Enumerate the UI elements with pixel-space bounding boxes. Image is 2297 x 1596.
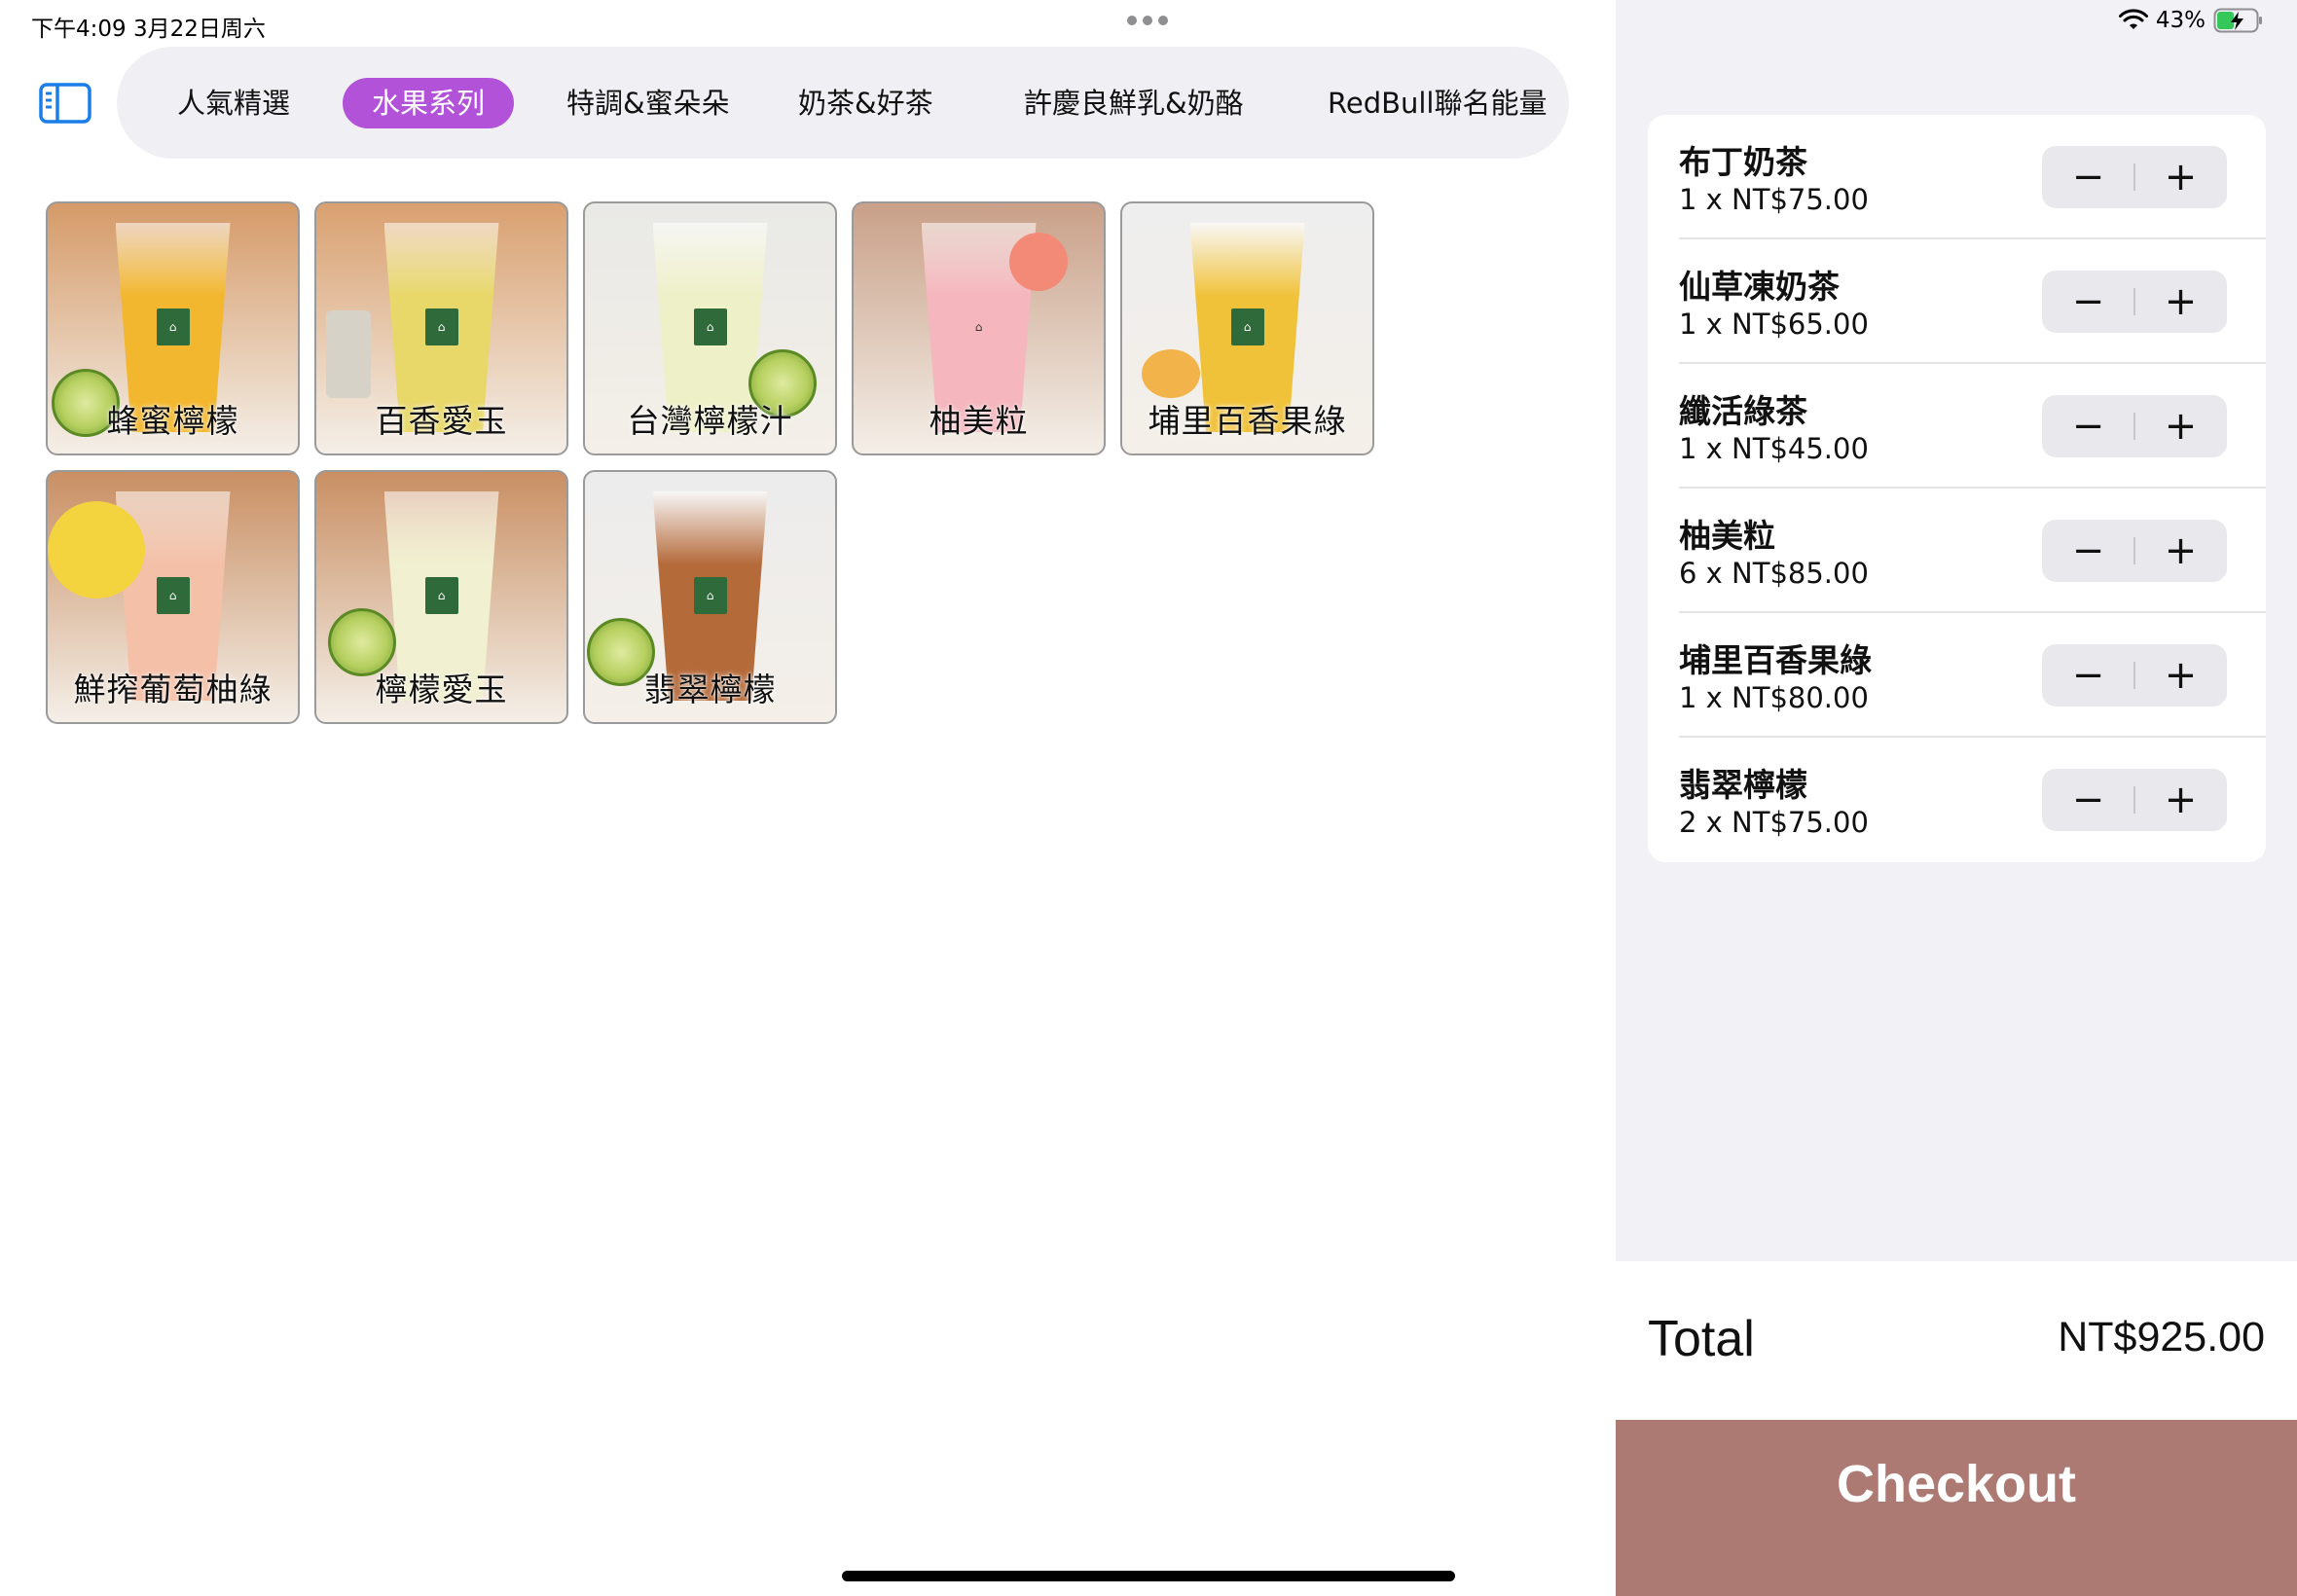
cart-item-name: 柚美粒	[1679, 517, 1775, 555]
honey-bowl	[1142, 349, 1200, 398]
cart-item-qty: 1 x NT$65.00	[1679, 308, 1869, 341]
cart-item-name: 纖活綠茶	[1679, 392, 1807, 430]
cart-item: 埔里百香果綠 1 x NT$80.00 − +	[1648, 613, 2266, 738]
product-name: 檸檬愛玉	[375, 671, 508, 708]
cart-item-name: 翡翠檸檬	[1679, 766, 1807, 804]
grapefruit-whole	[48, 501, 145, 598]
increment-button[interactable]: +	[2134, 146, 2227, 208]
product-name: 柚美粒	[929, 402, 1029, 440]
product-card[interactable]: ⌂ 柚美粒	[852, 201, 1106, 455]
multitasking-dots[interactable]	[1127, 16, 1168, 25]
battery-charging-icon	[2213, 8, 2262, 33]
brand-logo-icon: ⌂	[974, 320, 983, 334]
quantity-stepper: − +	[2042, 769, 2227, 831]
category-tabs: 人氣精選 水果系列 特調&蜜朵朵 奶茶&好茶 許慶良鮮乳&奶酪 RedBull聯…	[117, 47, 1569, 159]
decrement-button[interactable]: −	[2042, 146, 2134, 208]
total-section: Total NT$925.00	[1616, 1261, 2297, 1420]
increment-button[interactable]: +	[2134, 644, 2227, 707]
sidebar-icon[interactable]	[39, 82, 91, 125]
tab-milk-tea[interactable]: 奶茶&好茶	[769, 78, 963, 128]
brand-logo-icon: ⌂	[693, 577, 727, 614]
cart-list: 布丁奶茶 1 x NT$75.00 − + 仙草凍奶茶 1 x NT$65.00…	[1648, 115, 2266, 862]
product-name: 鮮搾葡萄柚綠	[73, 671, 273, 708]
wifi-icon	[2118, 9, 2148, 29]
cart-item: 纖活綠茶 1 x NT$45.00 − +	[1648, 364, 2266, 489]
product-name: 蜂蜜檸檬	[106, 402, 239, 440]
brand-logo-icon: ⌂	[693, 308, 727, 345]
product-name: 百香愛玉	[375, 402, 508, 440]
decrement-button[interactable]: −	[2042, 520, 2134, 582]
product-card[interactable]: ⌂ 台灣檸檬汁	[583, 201, 837, 455]
product-card[interactable]: ⌂ 埔里百香果綠	[1120, 201, 1374, 455]
brand-logo-icon: ⌂	[424, 577, 458, 614]
cart-item-qty: 1 x NT$75.00	[1679, 183, 1869, 216]
quantity-stepper: − +	[2042, 271, 2227, 333]
quantity-stepper: − +	[2042, 644, 2227, 707]
brand-logo-icon: ⌂	[424, 308, 458, 345]
checkout-button[interactable]: Checkout	[1616, 1420, 2297, 1596]
home-indicator[interactable]	[842, 1571, 1455, 1581]
cart-item-qty: 1 x NT$80.00	[1679, 681, 1869, 714]
decrement-button[interactable]: −	[2042, 395, 2134, 457]
increment-button[interactable]: +	[2134, 769, 2227, 831]
cart-item-name: 布丁奶茶	[1679, 143, 1807, 181]
cart-item: 布丁奶茶 1 x NT$75.00 − +	[1648, 115, 2266, 239]
status-time: 下午4:09 3月22日周六	[31, 17, 266, 42]
brand-logo-icon: ⌂	[1230, 308, 1264, 345]
product-card[interactable]: ⌂ 鮮搾葡萄柚綠	[46, 470, 300, 724]
brand-logo-icon: ⌂	[156, 577, 190, 614]
increment-button[interactable]: +	[2134, 520, 2227, 582]
total-value: NT$925.00	[2058, 1314, 2265, 1360]
quantity-stepper: − +	[2042, 146, 2227, 208]
product-card[interactable]: ⌂ 蜂蜜檸檬	[46, 201, 300, 455]
cart-item-name: 仙草凍奶茶	[1679, 268, 1840, 306]
increment-button[interactable]: +	[2134, 395, 2227, 457]
total-label: Total	[1648, 1311, 1755, 1367]
cart-item: 仙草凍奶茶 1 x NT$65.00 − +	[1648, 239, 2266, 364]
product-name: 埔里百香果綠	[1148, 402, 1347, 440]
product-card[interactable]: ⌂ 百香愛玉	[314, 201, 568, 455]
grapefruit-slice	[1009, 233, 1068, 291]
cart-item-qty: 2 x NT$75.00	[1679, 806, 1869, 839]
quantity-stepper: − +	[2042, 395, 2227, 457]
increment-button[interactable]: +	[2134, 271, 2227, 333]
cart-item: 柚美粒 6 x NT$85.00 − +	[1648, 489, 2266, 613]
product-name: 翡翠檸檬	[643, 671, 777, 708]
status-right: 43%	[2118, 8, 2264, 33]
quantity-stepper: − +	[2042, 520, 2227, 582]
cart-item-name: 埔里百香果綠	[1679, 641, 1872, 679]
battery-percent: 43%	[2155, 8, 2206, 33]
product-card[interactable]: ⌂ 翡翠檸檬	[583, 470, 837, 724]
tab-fruit[interactable]: 水果系列	[343, 78, 515, 128]
plant-pot	[326, 310, 371, 398]
tab-redbull[interactable]: RedBull聯名能量	[1298, 78, 1569, 128]
cart-item: 翡翠檸檬 2 x NT$75.00 − +	[1648, 738, 2266, 862]
decrement-button[interactable]: −	[2042, 769, 2134, 831]
tab-special[interactable]: 特調&蜜朵朵	[537, 78, 759, 128]
product-name: 台灣檸檬汁	[627, 402, 793, 440]
decrement-button[interactable]: −	[2042, 644, 2134, 707]
cart-item-qty: 1 x NT$45.00	[1679, 432, 1869, 465]
tab-fresh-milk[interactable]: 許慶良鮮乳&奶酪	[995, 78, 1273, 128]
decrement-button[interactable]: −	[2042, 271, 2134, 333]
brand-logo-icon: ⌂	[156, 308, 190, 345]
cart-item-qty: 6 x NT$85.00	[1679, 557, 1869, 590]
tab-popular[interactable]: 人氣精選	[148, 78, 319, 128]
product-card[interactable]: ⌂ 檸檬愛玉	[314, 470, 568, 724]
